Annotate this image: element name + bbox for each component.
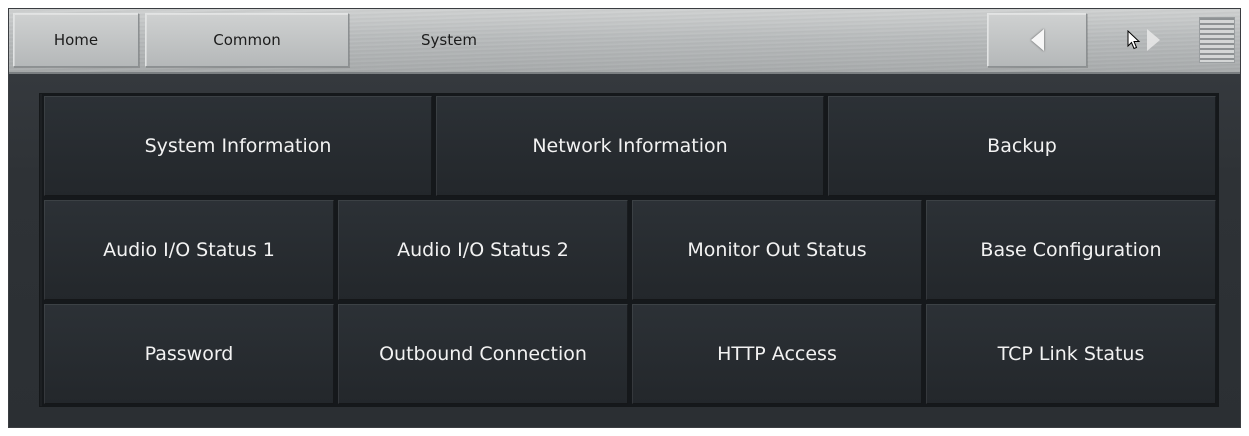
triangle-left-icon [1030, 29, 1044, 51]
hamburger-menu-icon[interactable] [1199, 17, 1235, 63]
menu-tile-base-configuration[interactable]: Base Configuration [924, 198, 1218, 302]
mouse-pointer-icon [1127, 30, 1140, 50]
forward-button[interactable] [1093, 13, 1193, 67]
menu-tile-backup[interactable]: Backup [826, 94, 1218, 198]
menu-tile-outbound-connection[interactable]: Outbound Connection [336, 302, 630, 406]
common-button[interactable]: Common [145, 13, 349, 67]
home-button[interactable]: Home [13, 13, 139, 67]
navigation-header: Home Common System [9, 9, 1240, 74]
menu-tile-monitor-out-status[interactable]: Monitor Out Status [630, 198, 924, 302]
triangle-right-icon [1146, 29, 1160, 51]
menu-tile-audio-i-o-status-2[interactable]: Audio I/O Status 2 [336, 198, 630, 302]
menu-tile-http-access[interactable]: HTTP Access [630, 302, 924, 406]
menu-tile-system-information[interactable]: System Information [42, 94, 434, 198]
system-menu-grid: System Information Network Information Bac… [39, 93, 1219, 407]
back-button[interactable] [987, 13, 1087, 67]
menu-tile-network-information[interactable]: Network Information [434, 94, 826, 198]
current-page-label: System [421, 31, 477, 49]
menu-tile-audio-i-o-status-1[interactable]: Audio I/O Status 1 [42, 198, 336, 302]
menu-tile-tcp-link-status[interactable]: TCP Link Status [924, 302, 1218, 406]
menu-tile-password[interactable]: Password [42, 302, 336, 406]
app-window: Home Common System System Information Net… [8, 8, 1241, 428]
